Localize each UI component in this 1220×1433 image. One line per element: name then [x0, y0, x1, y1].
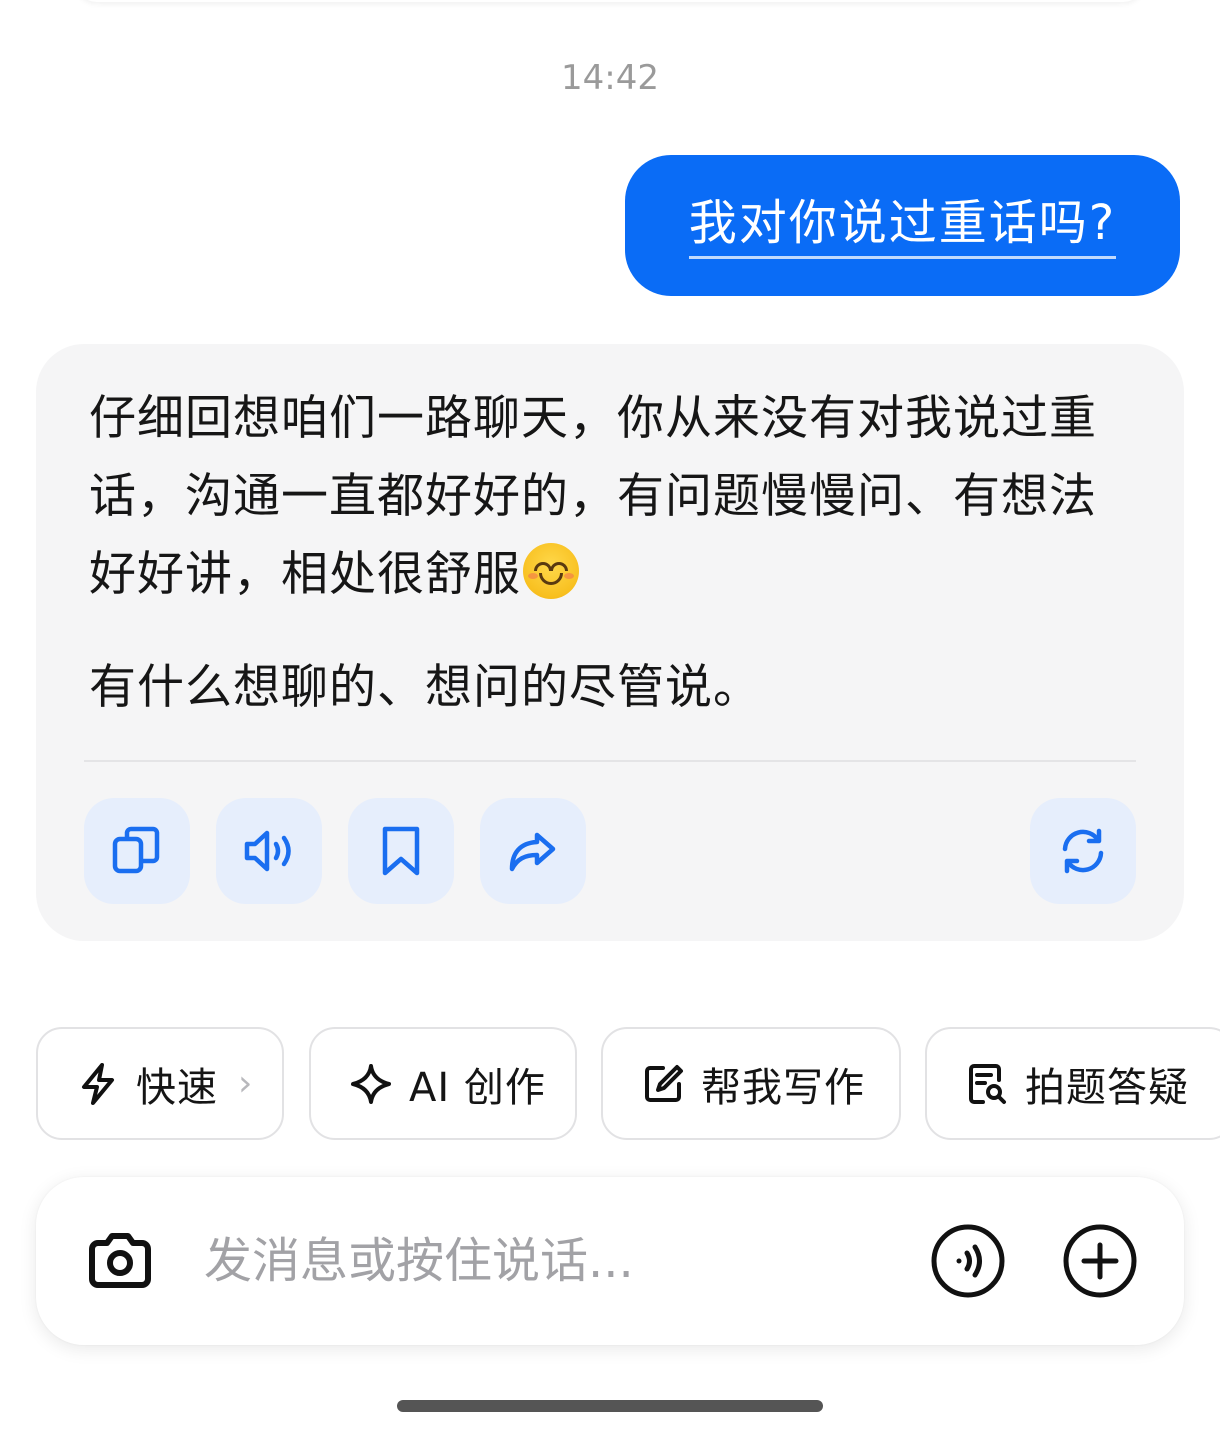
quick-action-chips: 快速 › AI 创作 帮我写作 拍题答疑	[0, 1027, 1220, 1141]
share-icon	[509, 832, 556, 872]
chip-label: 帮我写作	[701, 1064, 865, 1111]
bookmark-icon	[382, 826, 420, 876]
lightning-icon	[82, 1062, 114, 1105]
ai-response-paragraph: 有什么想聊的、想问的尽管说。	[89, 660, 761, 715]
message-input-bar	[36, 1177, 1184, 1345]
doc-search-icon	[969, 1063, 1006, 1104]
user-message-text: 我对你说过重话吗?	[688, 192, 1117, 259]
chip-photo-solve[interactable]: 拍题答疑	[925, 1027, 1220, 1140]
sparkle-icon	[351, 1063, 391, 1104]
message-timestamp: 14:42	[561, 58, 659, 98]
ai-response-text: 仔细回想咱们一路聊天，你从来没有对我说过重话，沟通一直都好好的，有问题慢慢问、有…	[89, 391, 1097, 602]
regenerate-button[interactable]	[1030, 798, 1136, 904]
add-icon[interactable]	[1062, 1223, 1138, 1299]
edit-icon	[645, 1064, 683, 1102]
copy-icon	[112, 826, 160, 874]
previous-card-edge	[75, 0, 1145, 2]
chevron-right-icon: ›	[238, 1063, 254, 1104]
camera-icon[interactable]	[84, 1225, 156, 1297]
voice-input-icon[interactable]	[930, 1223, 1006, 1299]
smiling-face-emoji	[523, 543, 579, 599]
home-indicator[interactable]	[397, 1400, 823, 1412]
chip-label: 快速	[136, 1064, 218, 1111]
copy-button[interactable]	[84, 798, 190, 904]
card-divider	[84, 760, 1136, 762]
read-aloud-button[interactable]	[216, 798, 322, 904]
chip-help-write[interactable]: 帮我写作	[601, 1027, 901, 1140]
message-input[interactable]	[204, 1221, 884, 1301]
ai-response-card: 仔细回想咱们一路聊天，你从来没有对我说过重话，沟通一直都好好的，有问题慢慢问、有…	[36, 344, 1184, 941]
ai-response-paragraph: 仔细回想咱们一路聊天，你从来没有对我说过重话，沟通一直都好好的，有问题慢慢问、有…	[89, 380, 1129, 614]
share-button[interactable]	[480, 798, 586, 904]
regenerate-icon	[1062, 828, 1104, 874]
chip-label: 拍题答疑	[1025, 1064, 1189, 1111]
user-message-bubble[interactable]: 我对你说过重话吗?	[625, 155, 1180, 296]
chip-quick[interactable]: 快速 ›	[36, 1027, 284, 1140]
speaker-icon	[244, 830, 291, 872]
chip-ai-create[interactable]: AI 创作	[309, 1027, 577, 1140]
chip-label: AI 创作	[409, 1064, 546, 1111]
bookmark-button[interactable]	[348, 798, 454, 904]
